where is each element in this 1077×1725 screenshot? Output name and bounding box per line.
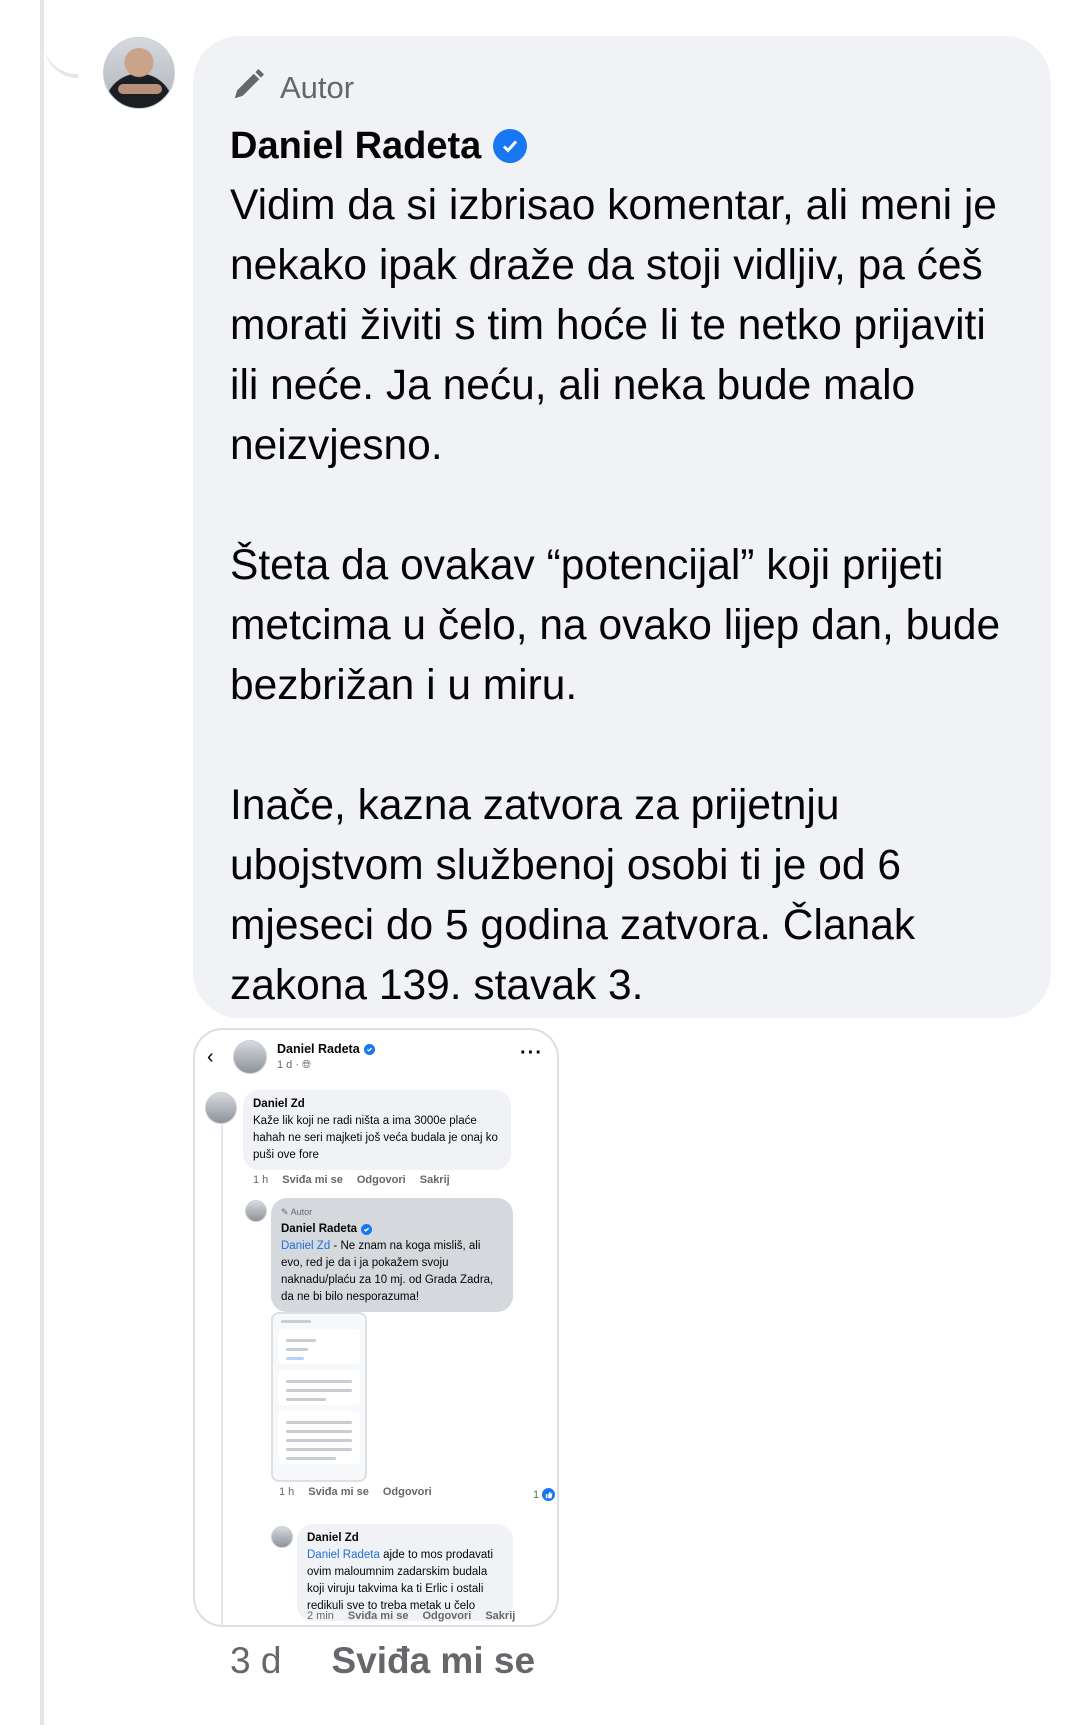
commenter-name: Daniel Radeta — [281, 1223, 358, 1235]
avatar[interactable] — [103, 37, 175, 109]
reply-link: Odgovori — [356, 1174, 406, 1186]
like-thumb-icon — [542, 1488, 556, 1501]
attached-image — [271, 1312, 367, 1482]
header-meta: 1 d · — [277, 1059, 303, 1071]
avatar — [233, 1040, 267, 1074]
comment-time: 2 min — [307, 1610, 334, 1622]
attached-screenshot[interactable]: ‹ Daniel Radeta 1 d · 🌐︎ ··· Daniel Zd K… — [193, 1028, 559, 1627]
comment-bubble: Autor Daniel Radeta Vidim da si izbrisao… — [193, 36, 1051, 1018]
avatar — [205, 1092, 237, 1124]
pencil-icon: ✎ — [281, 1207, 289, 1217]
author-label: Autor — [280, 70, 355, 105]
comment-time: 1 h — [279, 1486, 295, 1498]
like-button[interactable]: Sviđa mi se — [331, 1640, 535, 1682]
mention: Daniel Radeta — [307, 1549, 380, 1561]
thread-line — [221, 1120, 223, 1625]
screenshot-comment: Daniel Zd Kaže lik koji ne radi ništa a … — [243, 1090, 511, 1170]
back-chevron-icon: ‹ — [207, 1046, 214, 1068]
screenshot-reply: Daniel Zd Daniel Radeta ajde to mos prod… — [297, 1524, 513, 1621]
reaction-count: 1 — [533, 1488, 556, 1501]
avatar — [271, 1526, 293, 1548]
comment-text: Kaže lik koji ne radi ništa a ima 3000e … — [253, 1115, 498, 1161]
comment-actions: 3 d Sviđa mi se — [230, 1640, 535, 1682]
comment-paragraph: Šteta da ovakav “potencijal” koji prijet… — [230, 542, 1001, 709]
commenter-name: Daniel Zd — [253, 1098, 305, 1110]
comment-time: 1 h — [253, 1174, 269, 1186]
comment-time[interactable]: 3 d — [230, 1640, 281, 1682]
verified-badge-icon — [363, 1043, 375, 1055]
screenshot-header: ‹ Daniel Radeta 1 d · 🌐︎ ··· — [195, 1030, 557, 1082]
reply-link: Odgovori — [422, 1610, 472, 1622]
comment-text: Vidim da si izbrisao komentar, ali meni … — [230, 176, 1019, 1016]
verified-badge-icon — [361, 1224, 373, 1235]
commenter-name[interactable]: Daniel Radeta — [230, 125, 481, 168]
header-name: Daniel Radeta — [277, 1042, 360, 1056]
like-link: Sviđa mi se — [282, 1174, 343, 1186]
like-link: Sviđa mi se — [308, 1486, 369, 1498]
author-label: Autor — [290, 1207, 313, 1217]
like-link: Sviđa mi se — [347, 1610, 409, 1622]
verified-badge-icon — [493, 129, 528, 163]
hide-link: Sakrij — [419, 1174, 450, 1186]
avatar — [245, 1200, 267, 1222]
commenter-name: Daniel Zd — [307, 1532, 359, 1544]
screenshot-reply: ✎ Autor Daniel Radeta Daniel Zd - Ne zna… — [271, 1198, 513, 1312]
comment-paragraph: Vidim da si izbrisao komentar, ali meni … — [230, 182, 997, 469]
pencil-icon — [230, 65, 268, 111]
hide-link: Sakrij — [485, 1610, 516, 1622]
reaction-number: 1 — [533, 1488, 540, 1501]
author-badge: Autor — [230, 64, 1019, 112]
more-dots-icon: ··· — [520, 1042, 543, 1064]
reply-link: Odgovori — [382, 1486, 432, 1498]
comment-paragraph: Inače, kazna zatvora za prijetnju ubojst… — [230, 782, 916, 1009]
mention: Daniel Zd — [281, 1240, 331, 1252]
thread-line — [40, 0, 44, 1725]
thread-connector — [44, 0, 78, 78]
globe-icon: 🌐︎ — [302, 1059, 311, 1071]
